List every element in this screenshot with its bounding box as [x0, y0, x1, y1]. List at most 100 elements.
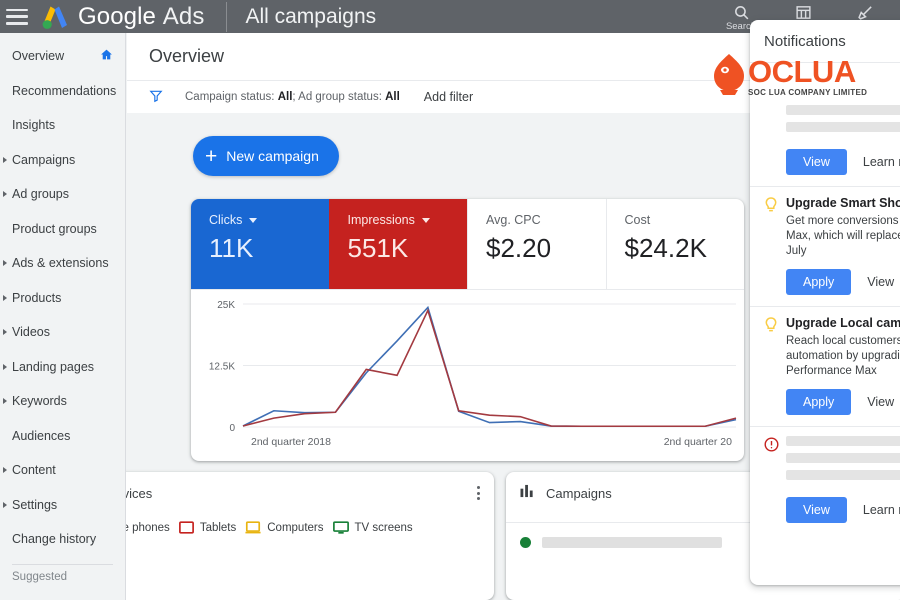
notification-content: [764, 105, 900, 139]
devices-card-header: Devices: [64, 472, 494, 514]
adgroup-status-prefix: ; Ad group status:: [292, 91, 386, 103]
add-filter-button[interactable]: Add filter: [424, 90, 473, 104]
sidebar-item-ads-extensions[interactable]: Ads & extensions: [0, 246, 125, 281]
metric-label-row: Avg. CPC: [486, 213, 606, 227]
metric-tile-cost[interactable]: Cost $24.2K: [605, 199, 745, 289]
learn-more-button[interactable]: Learn m: [863, 503, 900, 517]
plus-icon: +: [205, 144, 218, 168]
metric-label: Avg. CPC: [486, 213, 541, 227]
chevron-down-icon[interactable]: [421, 217, 430, 223]
tools-icon: [834, 4, 896, 21]
legend-label: Computers: [267, 521, 324, 534]
sidebar-item-label: Content: [12, 463, 56, 478]
sidebar-item-label: Product groups: [12, 221, 97, 236]
notification-item: View Learn m: [750, 426, 900, 534]
chart-series-impressions: [242, 308, 737, 428]
view-button[interactable]: View: [867, 395, 894, 409]
adgroup-status-value: All: [385, 91, 400, 103]
legend-label: TV screens: [354, 521, 413, 534]
campaign-status-value: All: [277, 91, 293, 103]
sidebar-item-audiences[interactable]: Audiences: [0, 419, 125, 454]
sidebar-divider: [12, 563, 113, 565]
sidebar-item-insights[interactable]: Insights: [0, 108, 125, 143]
notification-icon-slot: [764, 105, 786, 139]
chevron-down-icon[interactable]: [249, 217, 258, 223]
sidebar-item-settings[interactable]: Settings: [0, 488, 125, 523]
view-button[interactable]: View: [867, 275, 894, 289]
learn-more-button[interactable]: Learn m: [863, 155, 900, 169]
chevron-right-icon: [3, 191, 7, 198]
legend-item-tv-screens[interactable]: TV screens: [332, 521, 413, 534]
brand-google: Google: [78, 2, 156, 30]
notification-body: [786, 436, 900, 487]
brand-title: Google Ads: [78, 3, 204, 31]
sidebar-item-change-history[interactable]: Change history: [0, 522, 125, 557]
sidebar-item-campaigns[interactable]: Campaigns: [0, 143, 125, 178]
sidebar-item-videos[interactable]: Videos: [0, 315, 125, 350]
sidebar-item-content[interactable]: Content: [0, 453, 125, 488]
apply-button[interactable]: Apply: [786, 269, 852, 295]
notification-body: [786, 105, 900, 139]
metric-tile-avg-cpc[interactable]: Avg. CPC $2.20: [467, 199, 606, 289]
bar-chart-icon: [520, 484, 535, 503]
view-button[interactable]: View: [786, 497, 847, 523]
sidebar-item-label: Videos: [12, 325, 50, 340]
kebab-menu-icon[interactable]: [477, 486, 480, 500]
sidebar-item-recommendations[interactable]: Recommendations: [0, 74, 125, 109]
chart-svg: 0 12.5K 25K 2nd quarter 2018 2nd quarter 20: [209, 300, 737, 448]
sidebar-item-label: Settings: [12, 497, 58, 512]
sidebar-item-ad-groups[interactable]: Ad groups: [0, 177, 125, 212]
devices-legend: Mobile phones Tablets Computers TV scree…: [64, 514, 494, 535]
sidebar-item-product-groups[interactable]: Product groups: [0, 212, 125, 247]
notification-item: Upgrade Smart Sho Get more conversions M…: [750, 186, 900, 306]
brand-ads: Ads: [162, 2, 205, 30]
tv-screen-icon: [332, 521, 349, 534]
new-campaign-button[interactable]: + New campaign: [193, 136, 339, 176]
notification-description: Reach local customers automation by upgr…: [786, 335, 900, 377]
sidebar-item-label: Overview: [12, 49, 65, 64]
skeleton-line: [786, 122, 900, 132]
notification-actions: Apply View: [786, 269, 900, 295]
notification-content: Upgrade Local cam Reach local customers …: [764, 316, 900, 379]
metric-tile-clicks[interactable]: Clicks 11K: [191, 199, 329, 289]
performance-overview-card: Clicks 11K Impressions 551K Avg. CPC $2.…: [191, 199, 744, 461]
chevron-right-icon: [3, 467, 7, 474]
filter-funnel-icon[interactable]: [149, 89, 163, 106]
sidebar-item-landing-pages[interactable]: Landing pages: [0, 350, 125, 385]
apply-button[interactable]: Apply: [786, 389, 852, 415]
metric-label-row: Clicks: [209, 213, 329, 227]
metric-tile-impressions[interactable]: Impressions 551K: [328, 199, 468, 289]
reports-icon: [772, 4, 834, 21]
chart-series-clicks: [242, 305, 737, 428]
metric-label: Cost: [624, 213, 651, 227]
notification-item: Upgrade Local cam Reach local customers …: [750, 306, 900, 426]
skeleton-line: [786, 470, 900, 480]
skeleton-line: [786, 105, 900, 115]
account-section-label: All campaigns: [245, 4, 377, 28]
filter-chips[interactable]: Campaign status: All; Ad group status: A…: [185, 91, 400, 103]
chevron-right-icon: [3, 398, 7, 405]
sidebar-item-label: Keywords: [12, 394, 67, 409]
metric-value: 11K: [209, 233, 254, 263]
hamburger-menu-icon[interactable]: [6, 8, 28, 25]
chevron-right-icon: [3, 260, 7, 267]
notification-title: Upgrade Local cam: [786, 316, 900, 330]
google-ads-logo: [40, 4, 70, 30]
metric-label-row: Impressions: [348, 213, 468, 227]
chevron-right-icon: [3, 363, 7, 370]
notification-actions: Apply View: [786, 389, 900, 415]
sidebar-item-overview[interactable]: Overview: [0, 39, 125, 74]
metric-value: $2.20: [486, 233, 552, 263]
metric-value: $24.2K: [624, 233, 707, 263]
topbar-divider: [226, 1, 228, 32]
chevron-right-icon: [3, 329, 7, 336]
view-button[interactable]: View: [786, 149, 847, 175]
sidebar-item-label: Recommendations: [12, 83, 117, 98]
campaign-status-prefix: Campaign status:: [185, 91, 278, 103]
sidebar-item-products[interactable]: Products: [0, 281, 125, 316]
sidebar-item-label: Landing pages: [12, 359, 95, 374]
sidebar-item-label: Ad groups: [12, 187, 69, 202]
legend-item-computers[interactable]: Computers: [245, 521, 324, 534]
sidebar-item-keywords[interactable]: Keywords: [0, 384, 125, 419]
legend-item-tablets[interactable]: Tablets: [178, 521, 236, 534]
